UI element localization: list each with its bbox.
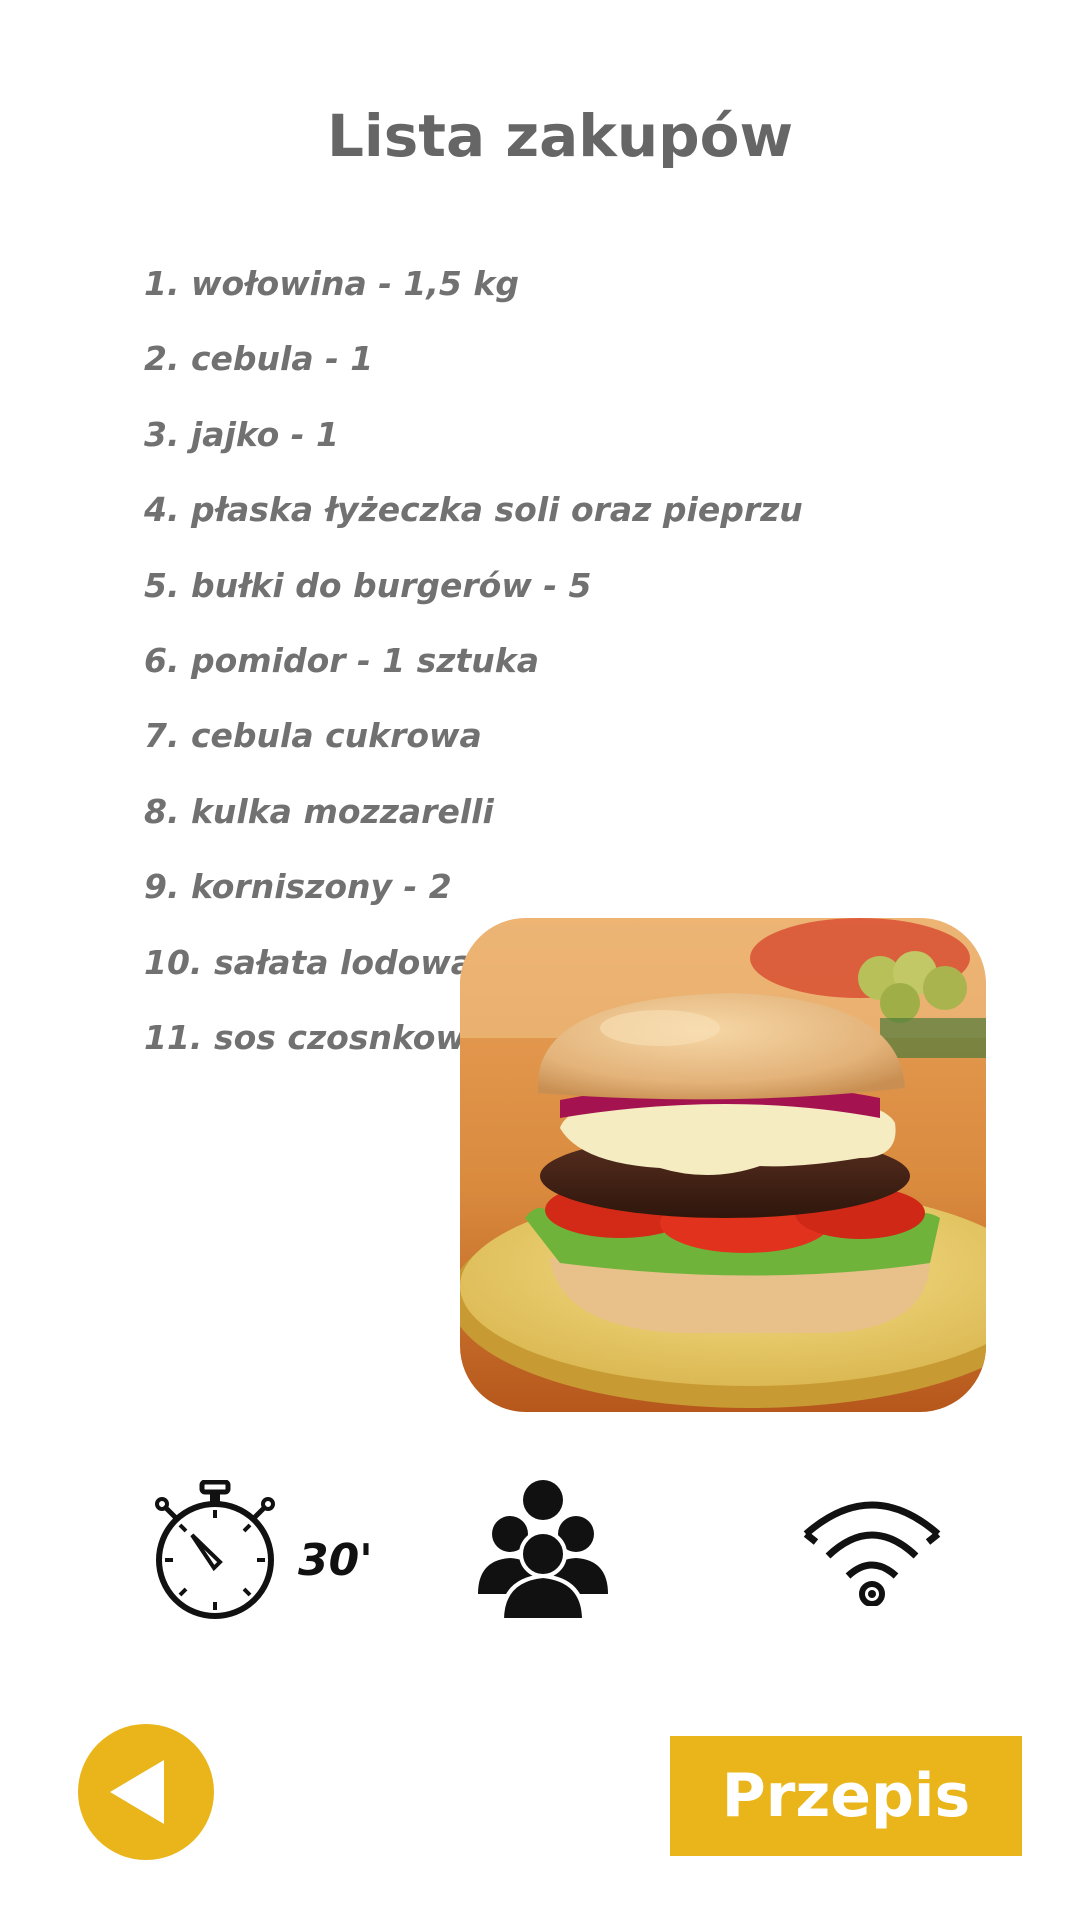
- list-item: 1. wołowina - 1,5 kg: [144, 264, 519, 303]
- burger-photo: [460, 918, 986, 1412]
- list-item: 3. jajko - 1: [144, 414, 339, 454]
- list-item: 6. pomidor - 1 sztuka: [144, 640, 540, 680]
- people-icon: [478, 1476, 608, 1622]
- list-item: 8. kulka mozzarelli: [144, 791, 494, 831]
- back-button[interactable]: [78, 1724, 214, 1860]
- list-item: 2. cebula - 1: [144, 339, 374, 379]
- prep-time-label: 30': [298, 1535, 373, 1586]
- list-item: 5. bułki do burgerów - 5: [144, 565, 592, 605]
- wifi-icon: [802, 1490, 942, 1607]
- shopping-list-screen: Lista zakupów 1. wołowina - 1,5 kg 2. ce…: [0, 0, 1080, 1920]
- recipe-button[interactable]: Przepis: [670, 1736, 1022, 1856]
- stopwatch-icon: [150, 1479, 280, 1620]
- back-arrow-icon: [110, 1760, 164, 1824]
- list-item: 4. płaska łyżeczka soli oraz pieprzu: [144, 490, 803, 530]
- list-item: 7. cebula cukrowa: [144, 716, 482, 756]
- page-title: Lista zakupów: [326, 102, 794, 170]
